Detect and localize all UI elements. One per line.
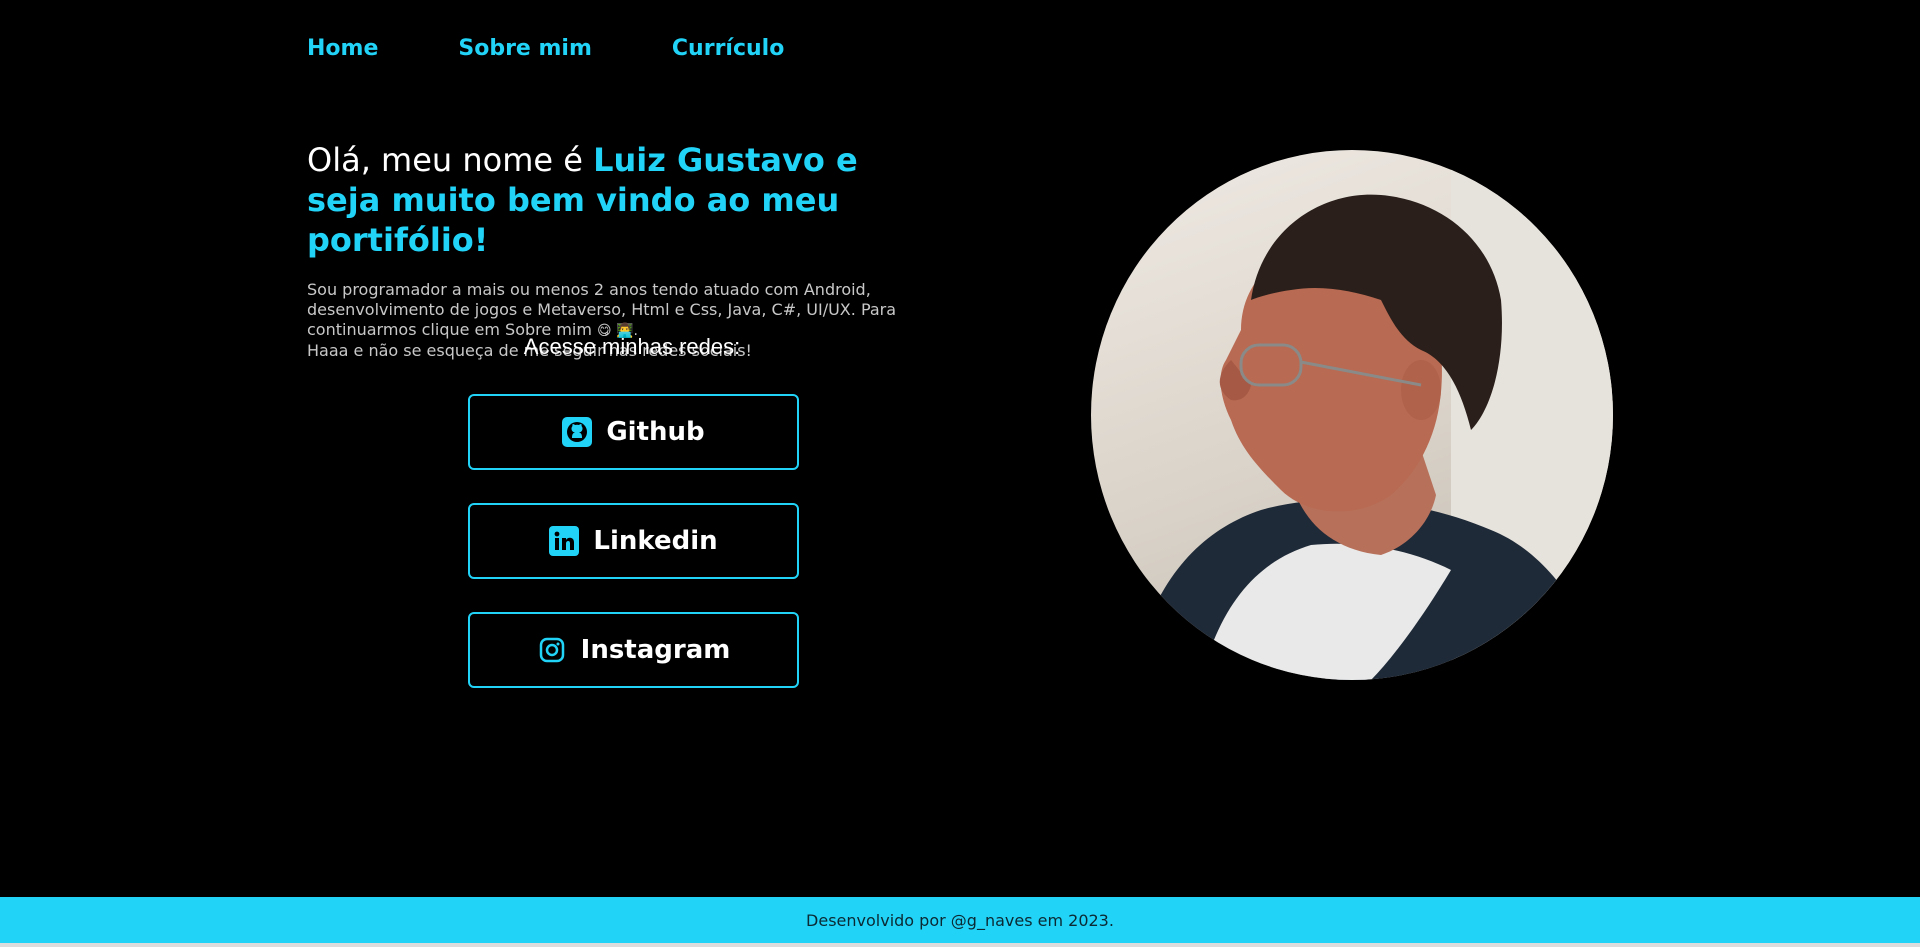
- github-icon: [562, 417, 593, 447]
- linkedin-icon: [549, 526, 580, 556]
- nav-resume-link[interactable]: Currículo: [672, 36, 784, 61]
- bio-line: desenvolvimento de jogos e Metaverso, Ht…: [307, 300, 897, 319]
- socials-title: Acesse minhas redes:: [523, 334, 741, 359]
- linkedin-button[interactable]: Linkedin: [468, 503, 799, 579]
- linkedin-button-label: Linkedin: [593, 526, 718, 556]
- profile-photo: [1091, 150, 1613, 680]
- instagram-icon: [537, 635, 567, 665]
- github-button-label: Github: [606, 417, 705, 447]
- instagram-button-label: Instagram: [580, 635, 731, 665]
- hero-section: Olá, meu nome é Luiz Gustavo e seja muit…: [307, 140, 937, 361]
- github-button[interactable]: Github: [468, 394, 799, 470]
- footer: Desenvolvido por @g_naves em 2023.: [0, 897, 1920, 943]
- bio-line: Sou programador a mais ou menos 2 anos t…: [307, 280, 871, 299]
- top-nav: Home Sobre mim Currículo: [307, 36, 864, 61]
- hero-headline: Olá, meu nome é Luiz Gustavo e seja muit…: [307, 140, 937, 260]
- bottom-strip: [0, 943, 1920, 947]
- footer-text: Desenvolvido por @g_naves em 2023.: [806, 910, 1114, 930]
- nav-about-link[interactable]: Sobre mim: [458, 36, 592, 61]
- hero-intro: Olá, meu nome é: [307, 141, 594, 179]
- instagram-button[interactable]: Instagram: [468, 612, 799, 688]
- page: Home Sobre mim Currículo Olá, meu nome é…: [0, 0, 1920, 947]
- nav-home-link[interactable]: Home: [307, 36, 378, 61]
